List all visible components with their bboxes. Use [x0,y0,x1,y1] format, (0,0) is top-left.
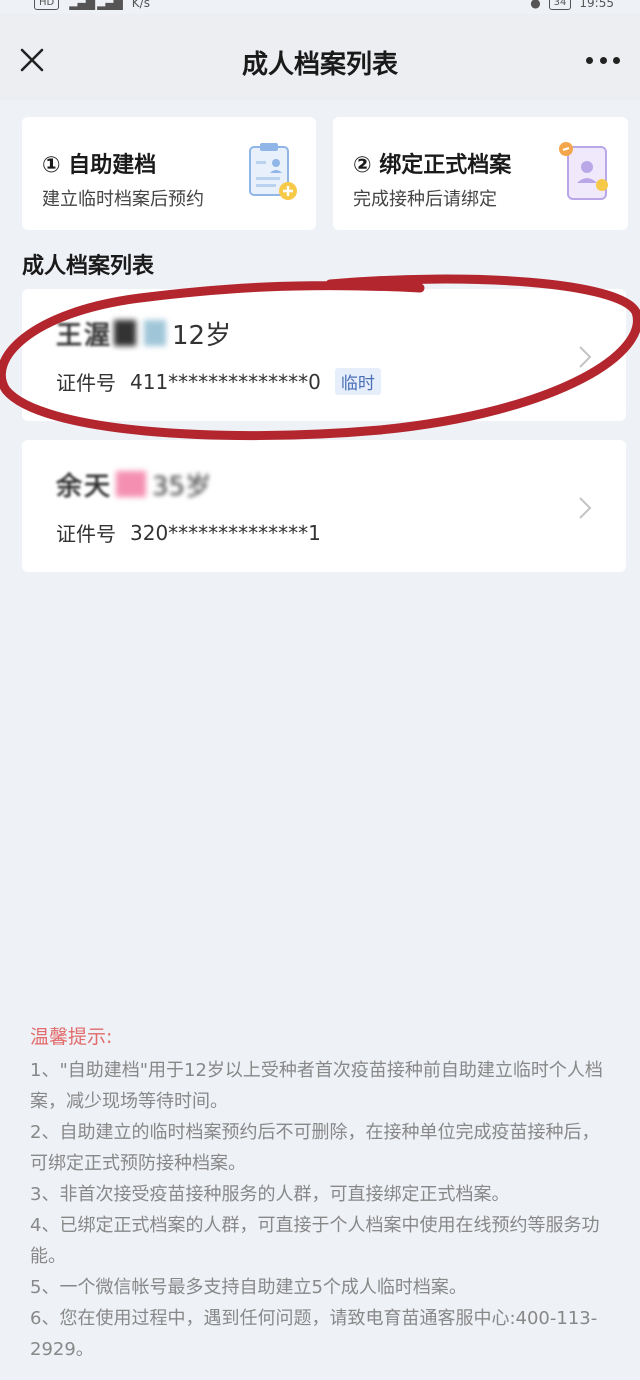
clipboard-add-icon [249,143,297,200]
status-bar: HD ▂▄▆ ▂▄▆ K/s ● 34 19:55 [0,0,640,14]
id-label: 证件号 [56,522,116,546]
tip-item: 3、非首次接受疫苗接种服务的人群，可直接绑定正式档案。 [30,1184,510,1205]
bind-archive-title: ② 绑定正式档案 [353,153,512,178]
self-registration-title: ① 自助建档 [42,153,157,178]
tips-title: 温馨提示: [30,1026,113,1048]
tip-item: 5、一个微信帐号最多支持自助建立5个成人临时档案。 [30,1277,467,1298]
tips-section: 温馨提示: 1、"自助建档"用于12岁以上受种者首次疫苗接种前自助建立临时个人档… [30,1022,610,1365]
bind-archive-card[interactable]: ② 绑定正式档案 完成接种后请绑定 [333,117,628,230]
archive-age: 35岁 [152,471,212,502]
archive-card[interactable]: 余天 35岁 证件号 320**************1 [22,440,626,572]
name-mosaic [116,471,147,497]
phone-user-link-icon [559,142,608,200]
archive-card[interactable]: 王渥 12岁 证件号 411**************0 临时 [22,289,626,421]
archive-age: 12岁 [172,320,232,351]
tip-item: 4、已绑定正式档案的人群，可直接于个人档案中使用在线预约等服务功能。 [30,1215,600,1267]
archive-name: 王渥 [56,320,113,351]
notification-icon: ● [530,0,541,10]
page-title: 成人档案列表 [241,50,398,80]
hd-badge: HD [34,0,60,10]
nav-bar: 成人档案列表 [0,14,640,100]
id-label: 证件号 [56,371,116,395]
id-number: 320**************1 [130,520,321,545]
temporary-tag: 临时 [334,368,381,395]
tip-item: 2、自助建立的临时档案预约后不可删除，在接种单位完成疫苗接种后，可绑定正式预防接… [30,1122,600,1174]
chevron-right-icon [579,497,592,519]
tip-item: 1、"自助建档"用于12岁以上受种者首次疫苗接种前自助建立临时个人档案，减少现场… [30,1060,603,1112]
status-time: 19:55 [579,0,614,10]
name-mosaic [114,320,137,346]
more-icon[interactable] [586,46,620,74]
signal-icon: ▂▄▆ ▂▄▆ [69,0,123,10]
tip-item: 6、您在使用过程中，遇到任何问题，请致电育苗通客服中心:400-113-2929… [30,1308,598,1360]
id-number: 411**************0 [130,369,321,394]
bind-archive-subtitle: 完成接种后请绑定 [353,189,497,210]
self-registration-subtitle: 建立临时档案后预约 [42,189,204,210]
name-mosaic [144,320,167,346]
archive-name: 余天 [56,471,113,502]
battery-level: 34 [548,0,572,10]
chevron-right-icon [579,346,592,368]
network-speed: K/s [131,0,150,10]
section-title: 成人档案列表 [22,254,155,279]
self-registration-card[interactable]: ① 自助建档 建立临时档案后预约 [22,117,316,230]
